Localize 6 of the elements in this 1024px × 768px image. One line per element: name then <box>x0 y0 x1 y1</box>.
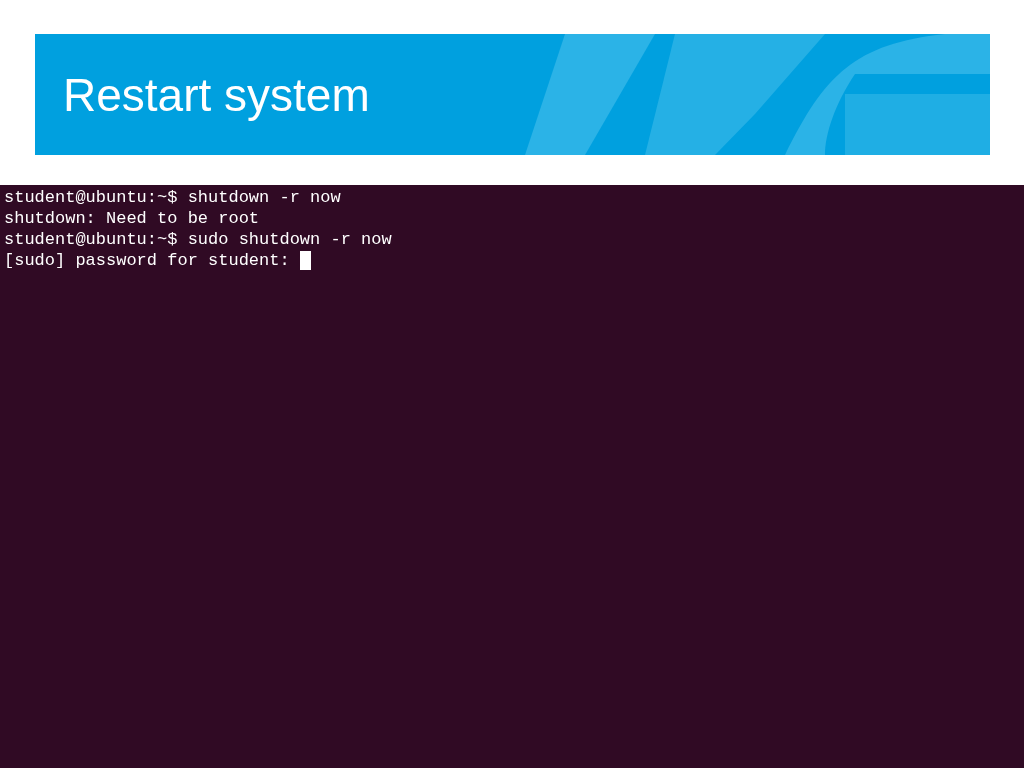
terminal-line: [sudo] password for student: <box>4 250 291 271</box>
terminal-cursor <box>299 251 311 270</box>
terminal-line: shutdown: Need to be root <box>4 208 260 229</box>
terminal-line: student@ubuntu:~$ shutdown -r now <box>4 187 341 208</box>
terminal-line: student@ubuntu:~$ sudo shutdown -r now <box>4 229 392 250</box>
slide-title: Restart system <box>63 67 370 122</box>
